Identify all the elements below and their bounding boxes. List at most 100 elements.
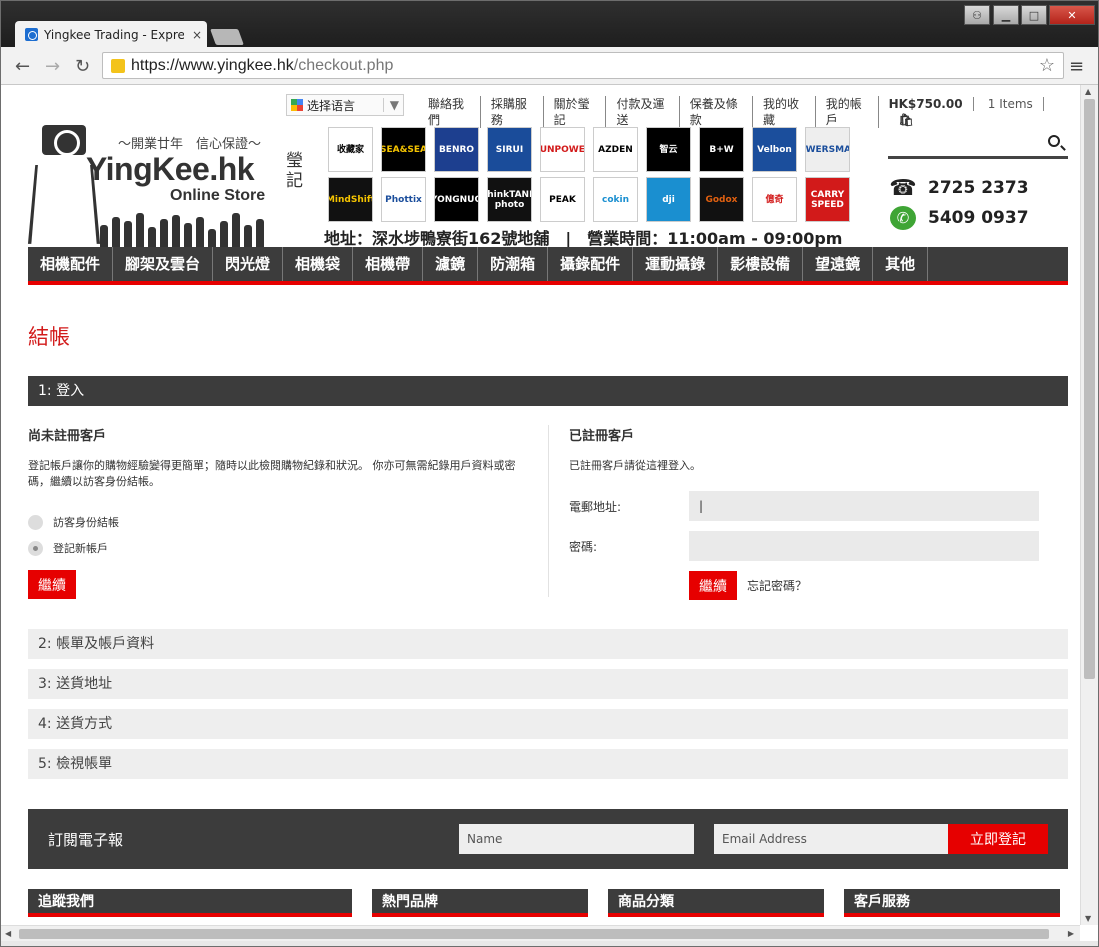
horizontal-scroll-thumb[interactable] <box>19 929 1049 939</box>
link-wishlist[interactable]: 我的收藏 <box>753 96 816 128</box>
link-contact[interactable]: 聯絡我們 <box>428 96 481 128</box>
camera-icon <box>42 125 86 156</box>
scroll-right-icon[interactable]: ▶ <box>1068 929 1074 938</box>
maximize-button[interactable]: □ <box>1021 5 1047 25</box>
brand-logo[interactable]: Phottix <box>381 177 426 222</box>
newsletter-name-input[interactable]: Name <box>459 824 694 854</box>
step-login[interactable]: 1: 登入 <box>28 376 1068 406</box>
brand-logo[interactable]: CARRY SPEED <box>805 177 850 222</box>
vertical-scrollbar[interactable]: ▲ ▼ <box>1080 85 1098 925</box>
guest-continue-button[interactable]: 繼續 <box>28 570 76 599</box>
brand-logo[interactable]: SUNPOWER <box>540 127 585 172</box>
brand-logo[interactable]: AZDEN <box>593 127 638 172</box>
nav-filters[interactable]: 濾鏡 <box>423 247 479 281</box>
newsletter-bar: 訂閱電子報 Name Email Address 立即登記 <box>28 809 1068 869</box>
scroll-down-icon[interactable]: ▼ <box>1085 914 1091 923</box>
url-host: https://www.yingkee.hk <box>131 56 294 74</box>
step-shipping-method[interactable]: 4: 送貨方式 <box>28 709 1068 739</box>
security-icon[interactable] <box>111 58 125 73</box>
site-logo[interactable]: ～開業廿年 信心保證～ YingKee.hk 瑩記 Online Store <box>27 123 308 251</box>
nav-dry-cabinets[interactable]: 防潮箱 <box>478 247 549 281</box>
link-my-account[interactable]: 我的帳戶 <box>816 96 879 128</box>
brand-logo[interactable]: SIRUI <box>487 127 532 172</box>
forward-button[interactable]: → <box>45 56 60 77</box>
forgot-password-link[interactable]: 忘記密碼？ <box>747 577 807 594</box>
vertical-scroll-thumb[interactable] <box>1084 99 1095 679</box>
login-continue-button[interactable]: 繼續 <box>689 571 737 600</box>
brand-logo[interactable]: POWERSMART <box>805 127 850 172</box>
minimize-button[interactable]: ▁ <box>993 5 1019 25</box>
tab-close-icon[interactable]: × <box>192 28 202 42</box>
nav-telescopes[interactable]: 望遠鏡 <box>803 247 874 281</box>
step-shipping-address[interactable]: 3: 送貨地址 <box>28 669 1068 699</box>
password-field[interactable] <box>689 531 1039 561</box>
newsletter-submit-button[interactable]: 立即登記 <box>948 824 1048 854</box>
registered-login-panel: 已註冊客戶 已註冊客戶請從這裡登入。 電郵地址: | 密碼: 繼續 忘記密碼？ <box>569 425 1069 600</box>
nav-action-cameras[interactable]: 運動攝錄 <box>633 247 719 281</box>
email-field[interactable]: | <box>689 491 1039 521</box>
brand-logo[interactable]: B+W <box>699 127 744 172</box>
store-address: 地址：深水埗鴨寮街162號地舖 | 營業時間：11:00am - 09:00pm <box>324 229 843 248</box>
nav-camera-accessories[interactable]: 相機配件 <box>28 247 114 281</box>
newsletter-title: 訂閱電子報 <box>48 831 124 849</box>
footer-customer-service: 客戶服務 <box>844 889 1060 917</box>
brand-logo[interactable]: 智云 <box>646 127 691 172</box>
link-procurement[interactable]: 採購服務 <box>481 96 544 128</box>
nav-camera-bags[interactable]: 相機袋 <box>283 247 354 281</box>
title-bar: Yingkee Trading - Expre × ⚇ ▁ □ ✕ <box>1 1 1098 48</box>
brand-logo[interactable]: SEA&SEA <box>381 127 426 172</box>
radio-register-circle[interactable] <box>28 540 43 556</box>
browser-tab[interactable]: Yingkee Trading - Expre × <box>15 21 207 48</box>
language-label: 选择语言 <box>307 98 356 113</box>
profile-button[interactable]: ⚇ <box>964 5 990 25</box>
language-selector[interactable]: 选择语言 ▼ <box>286 94 404 116</box>
address-bar[interactable]: https://www.yingkee.hk/checkout.php ☆ <box>102 52 1064 79</box>
link-about[interactable]: 關於瑩記 <box>544 96 607 128</box>
nav-camera-straps[interactable]: 相機帶 <box>353 247 424 281</box>
browser-menu-icon[interactable]: ≡ <box>1069 56 1084 77</box>
link-warranty[interactable]: 保養及條款 <box>680 96 753 128</box>
brand-logo[interactable]: cokin <box>593 177 638 222</box>
newsletter-email-input[interactable]: Email Address <box>714 824 949 854</box>
cart-summary[interactable]: HK$750.00 1 Items 🛍 <box>879 96 1068 128</box>
close-window-button[interactable]: ✕ <box>1049 5 1095 25</box>
brand-logo[interactable]: PEAK <box>540 177 585 222</box>
brand-logo[interactable]: MindShift <box>328 177 373 222</box>
radio-register[interactable]: 登記新帳戶 <box>28 540 548 556</box>
search-box[interactable] <box>888 129 1068 159</box>
nav-flash[interactable]: 閃光燈 <box>213 247 284 281</box>
brand-logo[interactable]: thinkTANK photo <box>487 177 532 222</box>
step-review[interactable]: 5: 檢視帳單 <box>28 749 1068 779</box>
bookmark-star-icon[interactable]: ☆ <box>1039 55 1055 76</box>
nav-tripods[interactable]: 腳架及雲台 <box>113 247 214 281</box>
shopping-bag-icon: 🛍 <box>898 113 914 127</box>
scroll-up-icon[interactable]: ▲ <box>1085 87 1091 96</box>
brand-logo[interactable]: 億奇 <box>752 177 797 222</box>
brand-logo[interactable]: Velbon <box>752 127 797 172</box>
brand-logo[interactable]: YONGNUO <box>434 177 479 222</box>
phone-number: ☎ 2725 2373 <box>889 176 1028 201</box>
password-row: 密碼: <box>569 531 1069 561</box>
radio-guest-circle[interactable] <box>28 514 43 530</box>
new-tab-button[interactable] <box>210 29 244 45</box>
favicon-icon <box>25 28 38 41</box>
reload-button[interactable]: ↻ <box>75 56 90 77</box>
page-viewport: 选择语言 ▼ 聯絡我們 採購服務 關於瑩記 付款及運送 保養及條款 我的收藏 我… <box>1 85 1098 941</box>
brand-logo[interactable]: Godox <box>699 177 744 222</box>
guest-checkout-panel: 尚未註冊客戶 登記帳戶讓你的購物經驗變得更簡單；隨時以此檢閱購物紀錄和狀況。 你… <box>28 425 548 599</box>
step-billing[interactable]: 2: 帳單及帳戶資料 <box>28 629 1068 659</box>
cart-items: 1 Items <box>977 97 1044 111</box>
scroll-left-icon[interactable]: ◀ <box>5 929 11 938</box>
brand-logo[interactable]: 收藏家 <box>328 127 373 172</box>
radio-guest-label: 訪客身份結帳 <box>53 516 119 529</box>
nav-others[interactable]: 其他 <box>873 247 929 281</box>
back-button[interactable]: ← <box>15 56 30 77</box>
brand-logo[interactable]: BENRO <box>434 127 479 172</box>
brand-logo[interactable]: dji <box>646 177 691 222</box>
nav-studio-equipment[interactable]: 影樓設備 <box>718 247 804 281</box>
horizontal-scrollbar[interactable]: ◀ ▶ <box>1 925 1080 941</box>
link-payment-shipping[interactable]: 付款及運送 <box>606 96 680 128</box>
nav-video-accessories[interactable]: 攝錄配件 <box>548 247 634 281</box>
search-icon[interactable] <box>1048 135 1060 147</box>
radio-guest[interactable]: 訪客身份結帳 <box>28 514 548 530</box>
